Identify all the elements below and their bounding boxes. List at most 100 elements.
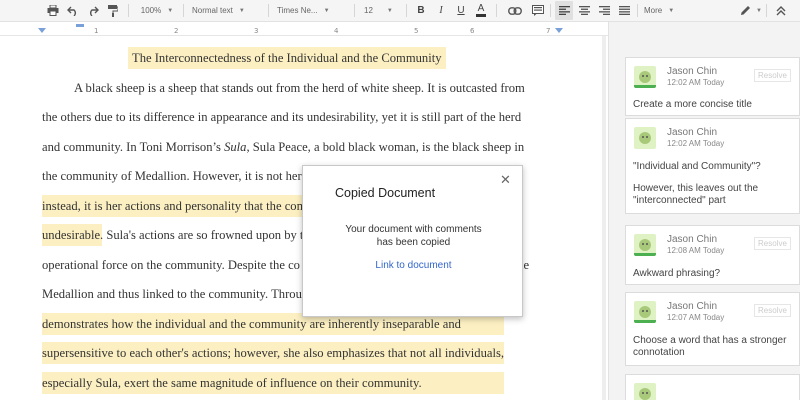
paragraph-line: the community of Medallion. However, it … <box>42 169 302 183</box>
paragraph-line: Medallion and thus linked to the communi… <box>42 283 302 305</box>
paragraph-line: and community. In Toni Morrison’s Sula, … <box>42 136 524 158</box>
font-dropdown[interactable]: Times Ne... ▼ <box>275 1 349 20</box>
toolbar-separator <box>550 4 551 17</box>
copied-document-dialog: Copied Document ✕ Your document with com… <box>302 165 523 317</box>
paint-format-icon[interactable] <box>104 1 122 20</box>
comment-time: 12:08 AM Today <box>667 246 725 255</box>
comment-body: "Individual and Community"? <box>633 161 761 172</box>
first-line-indent-marker[interactable] <box>76 24 84 27</box>
highlighted-line: supersensitive to each other's actions; … <box>42 342 504 364</box>
ruler-tick: 4 <box>334 27 339 35</box>
text-run: and community. In Toni Morrison’s <box>42 140 225 154</box>
collapse-icon[interactable] <box>772 1 790 20</box>
paragraph-line: the others due to its difference in appe… <box>42 110 522 124</box>
align-right-icon[interactable] <box>595 1 613 20</box>
comment-icon[interactable] <box>529 1 547 20</box>
comment-author: Jason Chin <box>667 301 718 312</box>
left-indent-marker[interactable] <box>38 28 46 33</box>
ruler-tick: 6 <box>470 27 475 35</box>
ruler-tick: 7 <box>546 27 551 35</box>
toolbar-separator <box>766 4 767 17</box>
chevron-down-icon: ▼ <box>167 7 174 14</box>
toolbar-separator <box>183 4 184 17</box>
link-to-document[interactable]: Link to document <box>303 260 524 271</box>
text-color-button[interactable]: A <box>472 1 490 20</box>
ruler-tick: 1 <box>94 27 99 35</box>
comment-body: Create a more concise title <box>633 99 752 110</box>
dialog-message: Your document with comments has been cop… <box>303 223 524 249</box>
close-icon[interactable]: ✕ <box>500 172 511 188</box>
ruler-tick: 5 <box>414 27 419 35</box>
align-justify-icon[interactable] <box>615 1 633 20</box>
chevron-down-icon[interactable]: ▼ <box>756 1 762 20</box>
style-dropdown[interactable]: Normal text ▼ <box>190 1 264 20</box>
resolve-button[interactable]: Resolve <box>754 69 791 82</box>
link-icon[interactable] <box>505 1 525 20</box>
comment-card[interactable] <box>625 374 800 400</box>
comment-card[interactable]: Jason Chin 12:02 AM Today Resolve Create… <box>625 57 800 116</box>
undo-icon[interactable] <box>64 1 82 20</box>
paragraph-line: A black sheep is a sheep that stands out… <box>74 81 525 95</box>
comment-author: Jason Chin <box>667 127 718 138</box>
resolve-button[interactable]: Resolve <box>754 304 791 317</box>
style-value: Normal text <box>192 6 233 15</box>
highlighted-line: undesirable. Sula's actions are so frown… <box>42 224 303 246</box>
avatar <box>634 66 656 88</box>
chevron-down-icon: ▼ <box>323 7 330 14</box>
italic-button[interactable]: I <box>432 1 450 20</box>
underline-button[interactable]: U <box>452 1 470 20</box>
text-color-glyph: A <box>475 4 487 17</box>
toolbar-separator <box>637 4 638 17</box>
zoom-value: 100% <box>140 6 162 15</box>
italic-title: Sula <box>224 140 247 154</box>
resolve-button[interactable]: Resolve <box>754 237 791 250</box>
comment-body: However, this leaves out the <box>633 183 759 194</box>
highlighted-line: especially Sula, exert the same magnitud… <box>42 372 504 394</box>
font-size-value: 12 <box>364 6 373 15</box>
comment-card[interactable]: Jason Chin 12:08 AM Today Resolve Awkwar… <box>625 225 800 285</box>
zoom-dropdown[interactable]: 100% ▼ <box>136 1 178 20</box>
comment-author: Jason Chin <box>667 66 718 77</box>
avatar <box>634 301 656 323</box>
comment-body: "interconnected" part <box>633 195 726 206</box>
right-indent-marker[interactable] <box>555 28 563 33</box>
more-menu[interactable]: More ▼ <box>642 1 680 20</box>
comment-author: Jason Chin <box>667 234 718 245</box>
comment-body: connotation <box>633 347 685 358</box>
font-size-dropdown[interactable]: 12 ▼ <box>360 1 402 20</box>
avatar <box>634 127 656 149</box>
font-value: Times Ne... <box>277 6 318 15</box>
paragraph-line: operational force on the community. Desp… <box>42 258 300 272</box>
chevron-down-icon: ▼ <box>668 7 675 14</box>
align-center-icon[interactable] <box>575 1 593 20</box>
ruler[interactable]: 1 2 3 4 5 6 7 <box>0 22 608 36</box>
more-label: More <box>644 6 663 15</box>
comment-time: 12:02 AM Today <box>667 139 725 148</box>
avatar <box>634 383 656 400</box>
toolbar-separator <box>406 4 407 17</box>
printer-icon[interactable] <box>44 1 62 20</box>
comment-body: Awkward phrasing? <box>633 268 721 279</box>
ruler-tick: 2 <box>174 27 179 35</box>
ruler-tick: 3 <box>254 27 259 35</box>
dialog-message-line: has been copied <box>376 237 451 248</box>
text-run: undesirable. Sula's actions are so frown… <box>42 228 304 242</box>
dialog-message-line: Your document with comments <box>345 224 482 235</box>
document-scrollbar[interactable] <box>602 36 606 400</box>
redo-icon[interactable] <box>84 1 102 20</box>
dialog-title: Copied Document <box>335 186 436 200</box>
bold-button[interactable]: B <box>412 1 430 20</box>
comment-time: 12:02 AM Today <box>667 78 725 87</box>
comment-card[interactable]: Jason Chin 12:07 AM Today Resolve Choose… <box>625 292 800 366</box>
toolbar-separator <box>268 4 269 17</box>
toolbar-separator <box>128 4 129 17</box>
chevron-down-icon: ▼ <box>386 7 393 14</box>
chevron-down-icon: ▼ <box>238 7 245 14</box>
comment-body: Choose a word that has a stronger <box>633 335 787 346</box>
text-run: , Sula Peace, a bold black woman, is the… <box>246 140 525 154</box>
comment-card[interactable]: Jason Chin 12:02 AM Today "Individual an… <box>625 118 800 214</box>
avatar <box>634 234 656 256</box>
comment-time: 12:07 AM Today <box>667 313 725 322</box>
pencil-icon[interactable] <box>736 1 754 20</box>
align-left-icon[interactable] <box>555 1 573 20</box>
